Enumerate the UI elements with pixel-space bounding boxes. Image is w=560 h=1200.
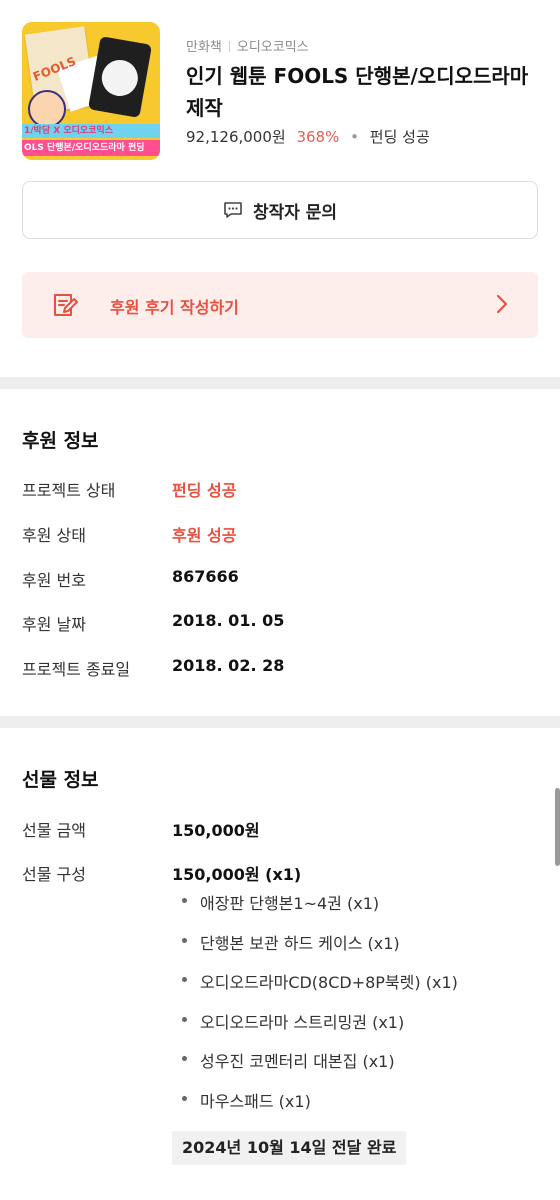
category-separator	[228, 41, 230, 52]
row-label: 후원 상태	[22, 526, 86, 545]
section-divider	[0, 716, 560, 728]
write-review-label: 후원 후기 작성하기	[110, 298, 239, 317]
edit-note-icon	[54, 294, 78, 316]
list-item: 오디오드라마CD(8CD+8P북렛) (x1)	[182, 969, 458, 1009]
thumbnail-banner-1: 1/박담 X 오디오코믹스	[22, 124, 160, 138]
row-value: 2018. 01. 05	[172, 611, 285, 630]
meta-dot: •	[350, 128, 359, 146]
project-summary[interactable]: FOOLS 1/박담 X 오디오코믹스 OLS 단행본/오디오드라마 펀딩 만화…	[22, 22, 538, 160]
row-value: 2018. 02. 28	[172, 656, 285, 675]
sponsor-info-title: 후원 정보	[22, 430, 99, 452]
category-primary: 만화책	[186, 40, 222, 55]
chat-dots-icon	[224, 202, 242, 218]
list-item: 애장판 단행본1~4권 (x1)	[182, 890, 458, 930]
row-label: 선물 구성	[22, 865, 86, 884]
project-thumbnail[interactable]: FOOLS 1/박담 X 오디오코믹스 OLS 단행본/오디오드라마 펀딩	[22, 22, 160, 160]
thumbnail-character	[28, 90, 66, 128]
row-value: 펀딩 성공	[172, 481, 237, 500]
list-item: 오디오드라마 스트리밍권 (x1)	[182, 1009, 458, 1049]
row-label: 후원 날짜	[22, 615, 86, 634]
write-review-banner[interactable]: 후원 후기 작성하기	[22, 272, 538, 338]
row-label: 선물 금액	[22, 821, 86, 840]
funding-status: 펀딩 성공	[369, 128, 430, 146]
creator-inquiry-button[interactable]: 창작자 문의	[22, 181, 538, 239]
chevron-right-icon	[496, 294, 508, 314]
row-label: 프로젝트 종료일	[22, 660, 131, 679]
list-item: 성우진 코멘터리 대본집 (x1)	[182, 1048, 458, 1088]
delivery-status-badge: 2024년 10월 14일 전달 완료	[172, 1131, 407, 1165]
gift-item-list: 애장판 단행본1~4권 (x1) 단행본 보관 하드 케이스 (x1) 오디오드…	[182, 890, 458, 1127]
row-value: 후원 성공	[172, 526, 237, 545]
row-label: 후원 번호	[22, 571, 86, 590]
thumbnail-bag	[87, 36, 153, 118]
gift-info-title: 선물 정보	[22, 769, 99, 791]
row-value: 150,000원 (x1)	[172, 865, 302, 884]
list-item: 마우스패드 (x1)	[182, 1088, 458, 1128]
project-funding-meta: 92,126,000원 368% • 펀딩 성공	[186, 126, 430, 147]
row-value: 150,000원	[172, 821, 260, 840]
scrollbar[interactable]	[555, 788, 560, 866]
category-secondary: 오디오코믹스	[236, 40, 309, 55]
creator-inquiry-label: 창작자 문의	[252, 202, 338, 223]
funding-percent: 368%	[296, 128, 340, 146]
project-categories: 만화책 오디오코믹스	[186, 36, 309, 55]
funding-amount: 92,126,000원	[186, 128, 286, 146]
thumbnail-banner-2: OLS 단행본/오디오드라마 펀딩	[22, 140, 160, 156]
row-value: 867666	[172, 567, 239, 586]
project-title[interactable]: 인기 웹툰 FOOLS 단행본/오디오드라마 제작	[186, 60, 536, 124]
row-label: 프로젝트 상태	[22, 481, 116, 500]
section-divider	[0, 377, 560, 389]
list-item: 단행본 보관 하드 케이스 (x1)	[182, 930, 458, 970]
